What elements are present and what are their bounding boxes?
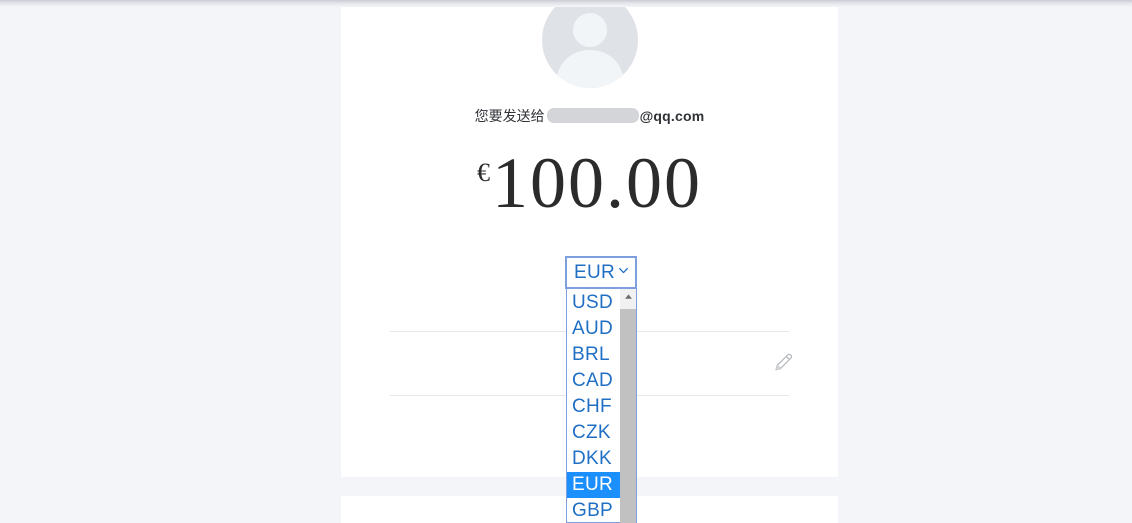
scroll-up-arrow-icon[interactable]	[620, 289, 636, 303]
chevron-down-icon	[617, 264, 630, 281]
recipient-domain-label: @qq.com	[639, 108, 705, 124]
currency-option-dkk[interactable]: DKK	[567, 446, 620, 472]
currency-option-chf[interactable]: CHF	[567, 394, 620, 420]
avatar	[541, 0, 638, 88]
avatar-container	[341, 0, 838, 88]
currency-select-value: EUR	[574, 262, 616, 283]
currency-symbol: €	[477, 158, 490, 187]
recipient-line: 您要发送给 @qq.com	[341, 105, 838, 127]
currency-option-usd[interactable]: USD	[567, 290, 620, 316]
payment-page: 您要发送给 @qq.com €100.00 EUR USD AUD BRL CA…	[0, 0, 1132, 523]
recipient-redacted-value	[546, 108, 639, 123]
pencil-edit-icon[interactable]	[772, 351, 794, 373]
dropdown-scrollbar[interactable]	[620, 289, 636, 523]
currency-option-gbp[interactable]: GBP	[567, 498, 620, 522]
recipient-prefix-label: 您要发送给	[474, 108, 545, 124]
currency-option-list: USD AUD BRL CAD CHF CZK DKK EUR GBP	[567, 289, 620, 522]
currency-option-aud[interactable]: AUD	[567, 316, 620, 342]
dropdown-scrollbar-thumb[interactable]	[620, 309, 636, 523]
currency-select[interactable]: EUR	[565, 256, 637, 289]
currency-option-czk[interactable]: CZK	[567, 420, 620, 446]
currency-dropdown-list[interactable]: USD AUD BRL CAD CHF CZK DKK EUR GBP	[566, 289, 637, 523]
currency-option-cad[interactable]: CAD	[567, 368, 620, 394]
currency-option-eur[interactable]: EUR	[567, 472, 620, 498]
currency-option-brl[interactable]: BRL	[567, 342, 620, 368]
amount-value: 100.00	[492, 143, 702, 223]
amount-display: €100.00	[341, 142, 838, 225]
user-avatar-placeholder-icon	[541, 0, 638, 88]
